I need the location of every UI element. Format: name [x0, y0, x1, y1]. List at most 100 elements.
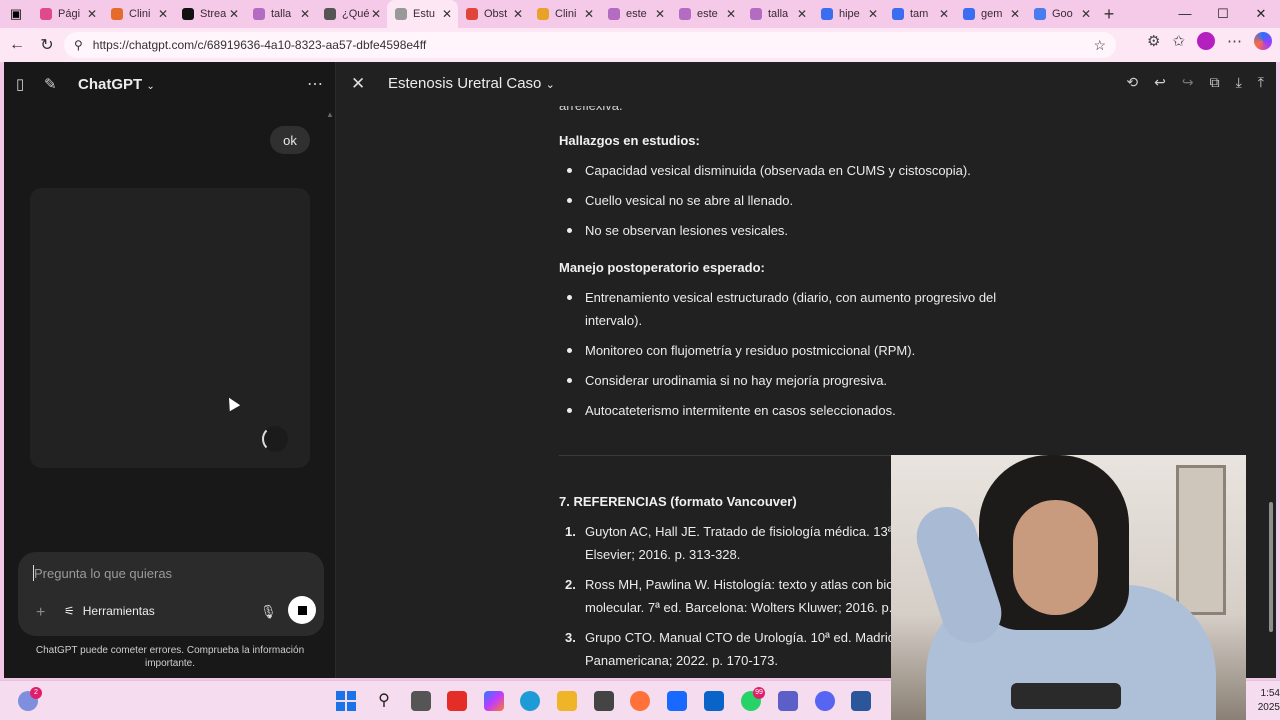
- outlook-icon[interactable]: [704, 691, 724, 711]
- disclaimer-text: ChatGPT puede cometer errores. Comprueba…: [35, 645, 305, 669]
- canvas-scrollbar[interactable]: [1266, 106, 1276, 678]
- close-tab-icon[interactable]: ✕: [584, 7, 594, 21]
- profile-avatar[interactable]: [1197, 32, 1215, 50]
- copilot-app-icon[interactable]: [484, 691, 504, 711]
- word-icon[interactable]: [851, 691, 871, 711]
- tools-label: Herramientas: [82, 604, 155, 618]
- scroll-up-icon[interactable]: ▲: [326, 110, 334, 119]
- youtube-icon[interactable]: [447, 691, 467, 711]
- browser-tab[interactable]: Obst ✕: [458, 0, 529, 28]
- back-icon[interactable]: ←: [2, 36, 32, 54]
- close-tab-icon[interactable]: ✕: [868, 7, 878, 21]
- close-canvas-icon[interactable]: ✕: [351, 74, 365, 94]
- file-explorer-icon[interactable]: [557, 691, 577, 711]
- copy-icon[interactable]: ⧉: [1210, 74, 1220, 91]
- firefox-icon[interactable]: [630, 691, 650, 711]
- close-tab-icon[interactable]: ✕: [158, 7, 168, 21]
- tab-label: Clini: [555, 8, 577, 20]
- undo-icon[interactable]: ↩: [1154, 74, 1166, 91]
- browser-tab[interactable]: gem ✕: [955, 0, 1026, 28]
- more-options-icon[interactable]: ⋯: [1227, 32, 1242, 50]
- share-icon[interactable]: ⤒: [1258, 74, 1264, 91]
- browser-tab[interactable]: talla ✕: [742, 0, 813, 28]
- canvas-title[interactable]: Estenosis Uretral Caso ⌄: [388, 75, 555, 92]
- close-tab-icon[interactable]: ✕: [1010, 7, 1020, 21]
- new-tab-button[interactable]: +: [1097, 4, 1121, 25]
- tools-button[interactable]: ⚟ Herramientas: [64, 604, 155, 618]
- url-text: https://chatgpt.com/c/68919636-4a10-8323…: [92, 38, 427, 52]
- composer-placeholder[interactable]: Pregunta lo que quieras: [34, 566, 172, 581]
- edge-icon[interactable]: [520, 691, 540, 711]
- microphone-icon[interactable]: 🎙: [260, 604, 277, 620]
- site-info-icon[interactable]: ⚲: [74, 38, 83, 52]
- redo-icon[interactable]: ↪: [1182, 74, 1194, 91]
- close-tab-icon[interactable]: ✕: [797, 7, 807, 21]
- url-bar[interactable]: ⚲ https://chatgpt.com/c/68919636-4a10-83…: [64, 32, 1116, 58]
- browser-tab[interactable]: Clini ✕: [529, 0, 600, 28]
- favorite-star-icon[interactable]: ☆: [1093, 37, 1106, 54]
- history-icon[interactable]: ⟲: [1126, 74, 1138, 91]
- close-tab-icon[interactable]: ✕: [513, 7, 523, 21]
- browser-tools: ⚙ ✩ ⋯: [1147, 32, 1272, 50]
- extensions-icon[interactable]: ⚙: [1147, 32, 1160, 50]
- download-icon[interactable]: ⤓: [1236, 74, 1242, 91]
- reload-icon[interactable]: ↻: [32, 35, 62, 55]
- chevron-down-icon: ⌄: [146, 80, 155, 92]
- browser-tab[interactable]: Estu ✕: [387, 0, 458, 28]
- maximize-icon[interactable]: ☐: [1204, 0, 1242, 28]
- attach-plus-icon[interactable]: +: [36, 604, 45, 622]
- system-clock[interactable]: 1:54 2025: [1246, 687, 1280, 715]
- close-tab-icon[interactable]: ✕: [87, 7, 97, 21]
- close-tab-icon[interactable]: ✕: [371, 7, 381, 21]
- close-tab-icon[interactable]: ✕: [300, 7, 310, 21]
- stop-generating-button[interactable]: [288, 596, 316, 624]
- search-icon[interactable]: ⚲: [374, 691, 394, 711]
- browser-tab[interactable]: Goo ✕: [1026, 0, 1097, 28]
- search-icon: [253, 8, 265, 20]
- browser-tab[interactable]: Strea ✕: [174, 0, 245, 28]
- browser-tab[interactable]: ¿Qué ✕: [316, 0, 387, 28]
- browser-tab[interactable]: tam ✕: [884, 0, 955, 28]
- dropbox-icon[interactable]: [667, 691, 687, 711]
- close-tab-icon[interactable]: ✕: [1081, 7, 1091, 21]
- close-tab-icon[interactable]: ✕: [939, 7, 949, 21]
- discord-icon[interactable]: [815, 691, 835, 711]
- close-tab-icon[interactable]: ✕: [442, 7, 452, 21]
- favorites-icon[interactable]: ✩: [1172, 32, 1185, 50]
- scrollbar-thumb[interactable]: [1269, 502, 1273, 632]
- store-icon[interactable]: [594, 691, 614, 711]
- more-icon[interactable]: ⋯: [307, 74, 323, 94]
- new-chat-icon[interactable]: ✎: [44, 75, 72, 93]
- webcam-overlay: [891, 455, 1246, 720]
- close-tab-icon[interactable]: ✕: [229, 7, 239, 21]
- start-icon[interactable]: [336, 691, 356, 711]
- browser-tab[interactable]: talla ✕: [245, 0, 316, 28]
- teams-icon[interactable]: [778, 691, 798, 711]
- browser-tab[interactable]: este ✕: [671, 0, 742, 28]
- model-selector[interactable]: ChatGPT ⌄: [78, 76, 155, 93]
- task-view-icon[interactable]: [411, 691, 431, 711]
- phone-in-hand: [1011, 683, 1121, 709]
- copilot-icon[interactable]: [1254, 32, 1272, 50]
- window-controls: — ☐ ✕: [1166, 0, 1280, 28]
- browser-tab[interactable]: este ✕: [600, 0, 671, 28]
- minimize-icon[interactable]: —: [1166, 0, 1204, 28]
- browser-tab[interactable]: hipe ✕: [813, 0, 884, 28]
- bullet: [567, 168, 572, 173]
- close-tab-icon[interactable]: ✕: [655, 7, 665, 21]
- weather-badge: 2: [30, 687, 42, 699]
- close-window-icon[interactable]: ✕: [1242, 0, 1280, 28]
- address-toolbar: ← ↻ ⚲ https://chatgpt.com/c/68919636-4a1…: [0, 28, 1280, 62]
- tab-strip: Pági ✕ Clini ✕ Strea ✕ talla ✕ ¿Qué ✕ Estu ✕ Obst ✕ Cl…: [32, 0, 1097, 28]
- tab-label: Pági: [58, 8, 81, 20]
- browser-tab[interactable]: Clini ✕: [103, 0, 174, 28]
- list-item-text: Entrenamiento vesical estructurado (diar…: [585, 290, 997, 328]
- tab-actions-icon[interactable]: ▣: [0, 6, 32, 22]
- brand-label: ChatGPT: [78, 75, 143, 93]
- message-composer[interactable]: Pregunta lo que quieras + ⚟ Herramientas…: [18, 552, 324, 636]
- chatgpt-icon: [395, 8, 407, 20]
- sidebar-toggle-icon[interactable]: ▯: [16, 75, 44, 93]
- browser-tab[interactable]: Pági ✕: [32, 0, 103, 28]
- reference-number: 3.: [565, 630, 576, 645]
- close-tab-icon[interactable]: ✕: [726, 7, 736, 21]
